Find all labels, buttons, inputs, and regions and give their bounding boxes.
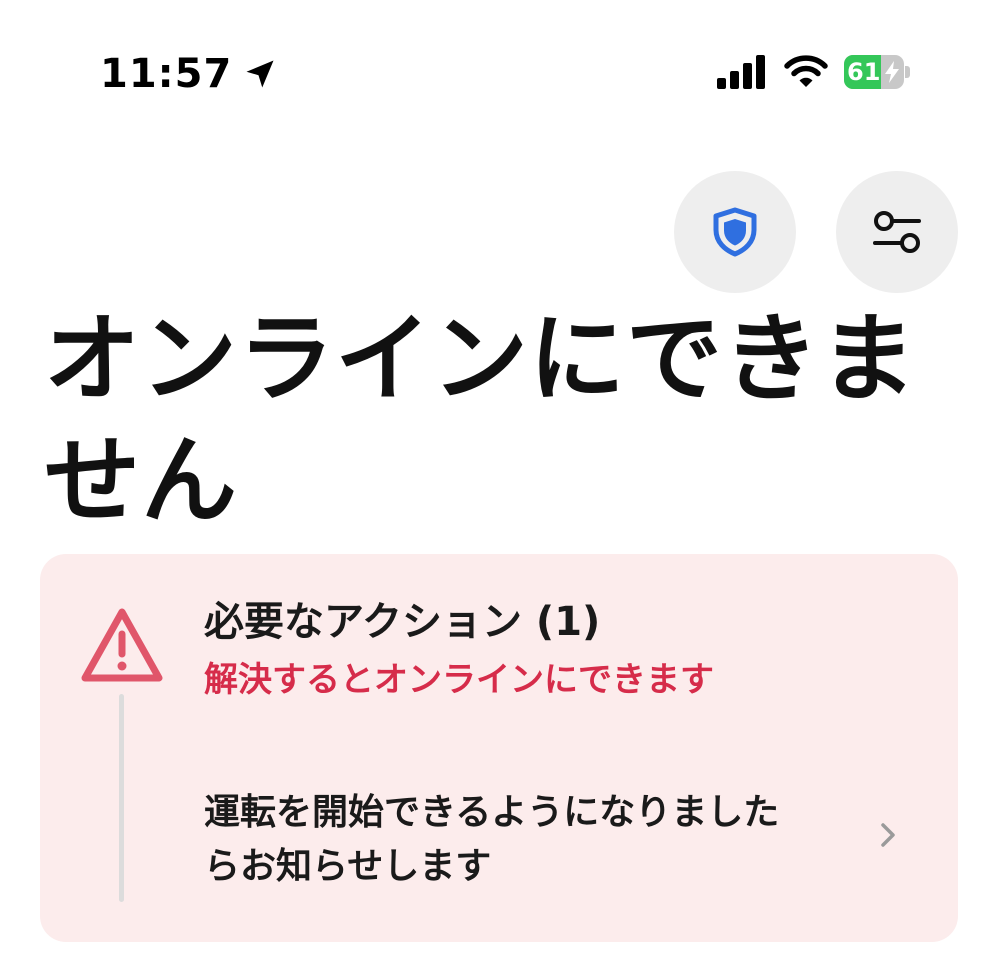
timeline-line (119, 694, 124, 902)
charging-bolt-icon (885, 61, 899, 83)
wifi-icon (784, 55, 828, 87)
status-time-group: 11:57 (100, 52, 278, 96)
action-required-card[interactable]: 必要なアクション (1) 解決するとオンラインにできます 運転を開始できるように… (40, 554, 958, 942)
shield-button[interactable] (674, 171, 796, 293)
alert-heading: 必要なアクション (1) (204, 599, 601, 645)
status-time: 11:57 (100, 51, 233, 97)
battery-charging-icon: 61 (844, 55, 910, 89)
alert-message: 運転を開始できるようになりましたらお知らせします (204, 792, 780, 887)
alert-subtitle: 解決するとオンラインにできます (204, 660, 714, 700)
status-indicators: 61 (716, 54, 910, 90)
shield-icon (713, 207, 757, 257)
chevron-right-icon (881, 823, 895, 847)
status-bar: 11:57 61 (0, 0, 999, 150)
location-arrow-icon (246, 60, 274, 88)
page-title: オンラインにできません (44, 303, 917, 537)
warning-triangle-icon (81, 608, 163, 682)
filter-button[interactable] (836, 171, 958, 293)
sliders-icon (873, 211, 921, 253)
cellular-signal-icon (717, 55, 765, 89)
battery-level: 61 (847, 58, 881, 86)
